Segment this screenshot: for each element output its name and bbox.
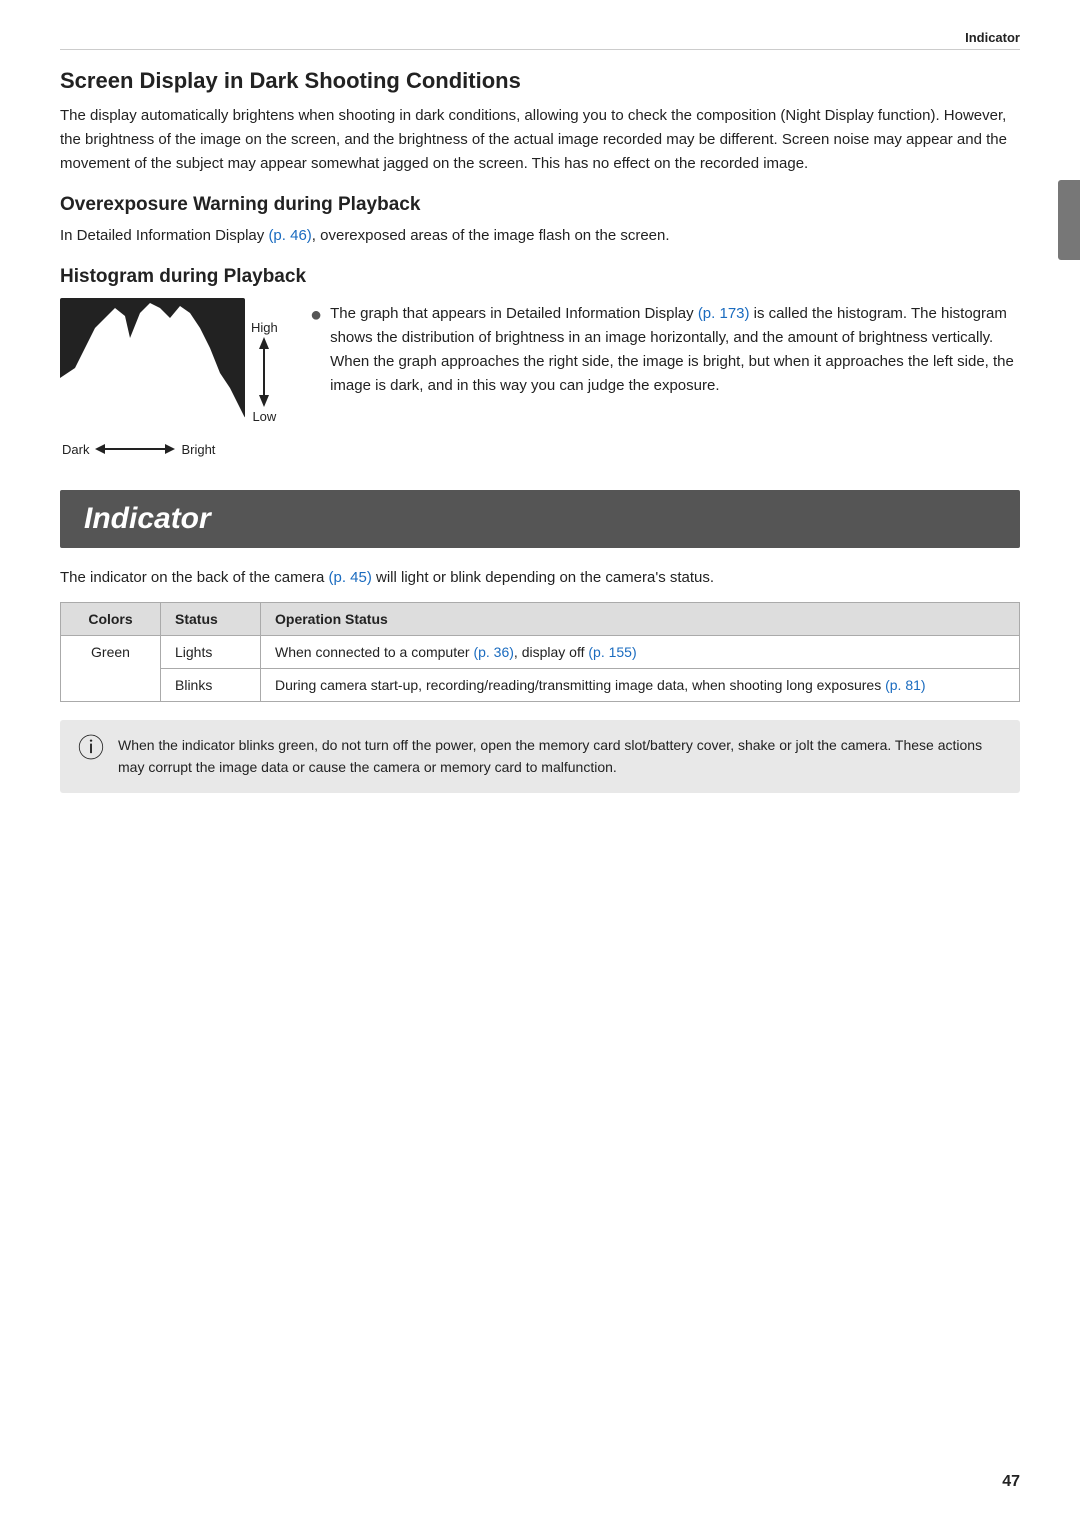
page-header-title: Indicator	[965, 30, 1020, 45]
overexposure-body-text2: , overexposed areas of the image flash o…	[312, 227, 670, 244]
section-dark-shooting-title: Screen Display in Dark Shooting Conditio…	[60, 68, 1020, 94]
note-icon: ⓘ	[78, 735, 106, 761]
cell-op-lights-link2[interactable]: (p. 155)	[588, 644, 636, 660]
indicator-body-text1: The indicator on the back of the camera	[60, 569, 328, 586]
note-text: When the indicator blinks green, do not …	[118, 734, 1002, 779]
horizontal-double-arrow	[95, 440, 175, 458]
cell-op-lights-link1[interactable]: (p. 36)	[473, 644, 513, 660]
indicator-table-head: Colors Status Operation Status	[61, 603, 1020, 636]
section-histogram: Histogram during Playback	[60, 266, 1020, 458]
indicator-body-text2: will light or blink depending on the cam…	[372, 569, 714, 586]
histogram-left: High Low Dark	[60, 298, 280, 458]
indicator-table-body: Green Lights When connected to a compute…	[61, 636, 1020, 702]
high-label: High	[251, 320, 278, 335]
cell-op-blinks: During camera start-up, recording/readin…	[261, 669, 1020, 702]
cell-op-lights: When connected to a computer (p. 36), di…	[261, 636, 1020, 669]
side-tab	[1058, 180, 1080, 260]
low-label: Low	[252, 409, 276, 424]
section-dark-shooting-body: The display automatically brightens when…	[60, 104, 1020, 176]
cell-status-blinks: Blinks	[161, 669, 261, 702]
bright-label: Bright	[181, 442, 215, 457]
histogram-bullet-text1: The graph that appears in Detailed Infor…	[330, 305, 698, 322]
histogram-arrows: High Low	[251, 312, 278, 432]
cell-op-blinks-text1: During camera start-up, recording/readin…	[275, 677, 885, 693]
overexposure-link1[interactable]: (p. 46)	[268, 227, 311, 244]
cell-color-green: Green	[61, 636, 161, 702]
histogram-diagram: High Low	[60, 298, 278, 432]
indicator-table: Colors Status Operation Status Green Lig…	[60, 602, 1020, 702]
histogram-bullet-text: The graph that appears in Detailed Infor…	[330, 302, 1020, 398]
cell-op-lights-text2: , display off	[514, 644, 588, 660]
col-header-status: Status	[161, 603, 261, 636]
histogram-link[interactable]: (p. 173)	[698, 305, 750, 322]
histogram-svg	[60, 298, 245, 428]
dark-label: Dark	[62, 442, 89, 457]
page: Indicator Screen Display in Dark Shootin…	[0, 0, 1080, 1521]
table-row-green-lights: Green Lights When connected to a compute…	[61, 636, 1020, 669]
cell-op-blinks-link1[interactable]: (p. 81)	[885, 677, 925, 693]
page-header: Indicator	[60, 30, 1020, 50]
bullet-dot: ●	[310, 303, 322, 327]
section-overexposure-body: In Detailed Information Display (p. 46),…	[60, 224, 1020, 248]
indicator-header-bar: Indicator	[60, 490, 1020, 548]
section-overexposure: Overexposure Warning during Playback In …	[60, 194, 1020, 248]
dark-bright-row: Dark Bright	[60, 440, 215, 458]
overexposure-body-text1: In Detailed Information Display	[60, 227, 268, 244]
vertical-double-arrow	[253, 337, 275, 407]
cell-op-lights-text1: When connected to a computer	[275, 644, 473, 660]
indicator-body: The indicator on the back of the camera …	[60, 566, 1020, 590]
indicator-table-header-row: Colors Status Operation Status	[61, 603, 1020, 636]
page-number: 47	[1002, 1473, 1020, 1491]
section-histogram-title: Histogram during Playback	[60, 266, 1020, 288]
histogram-section: High Low Dark	[60, 298, 1020, 458]
indicator-header-title: Indicator	[84, 502, 211, 535]
cell-status-lights: Lights	[161, 636, 261, 669]
histogram-bullet: ● The graph that appears in Detailed Inf…	[310, 302, 1020, 398]
histogram-right: ● The graph that appears in Detailed Inf…	[310, 298, 1020, 398]
table-row-green-blinks: Blinks During camera start-up, recording…	[61, 669, 1020, 702]
histogram-svg-wrap	[60, 298, 245, 432]
col-header-colors: Colors	[61, 603, 161, 636]
section-overexposure-title: Overexposure Warning during Playback	[60, 194, 1020, 216]
col-header-operation: Operation Status	[261, 603, 1020, 636]
indicator-body-link1[interactable]: (p. 45)	[328, 569, 371, 586]
section-dark-shooting: Screen Display in Dark Shooting Conditio…	[60, 68, 1020, 176]
note-box: ⓘ When the indicator blinks green, do no…	[60, 720, 1020, 793]
